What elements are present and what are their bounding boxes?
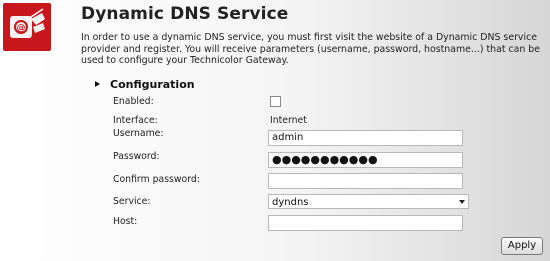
svg-text:@: @ [17,24,26,34]
password-field[interactable]: ●●●●●●●●●●● [268,152,463,168]
page-description: In order to use a dynamic DNS service, y… [81,32,541,66]
service-select[interactable]: dyndns [268,194,469,209]
service-selected-value: dyndns [272,197,309,208]
service-label: Service: [113,196,151,207]
enabled-checkbox[interactable] [270,96,281,107]
confirm-password-field[interactable] [268,173,463,189]
username-label: Username: [113,128,164,139]
dns-service-icon: @ [3,3,51,51]
section-title: Configuration [110,78,195,91]
page-title: Dynamic DNS Service [81,4,289,24]
apply-button[interactable]: Apply [501,237,543,255]
enabled-label: Enabled: [113,96,154,107]
confirm-password-label: Confirm password: [113,174,200,185]
chevron-down-icon[interactable] [459,200,465,204]
interface-value: Internet [270,115,307,126]
host-label: Host: [113,216,138,227]
interface-label: Interface: [113,115,158,126]
expand-triangle-icon[interactable] [95,81,100,87]
password-label: Password: [113,151,160,162]
username-field[interactable]: admin [268,130,463,146]
host-field[interactable] [268,215,463,231]
configuration-section-header[interactable]: Configuration [95,78,195,91]
